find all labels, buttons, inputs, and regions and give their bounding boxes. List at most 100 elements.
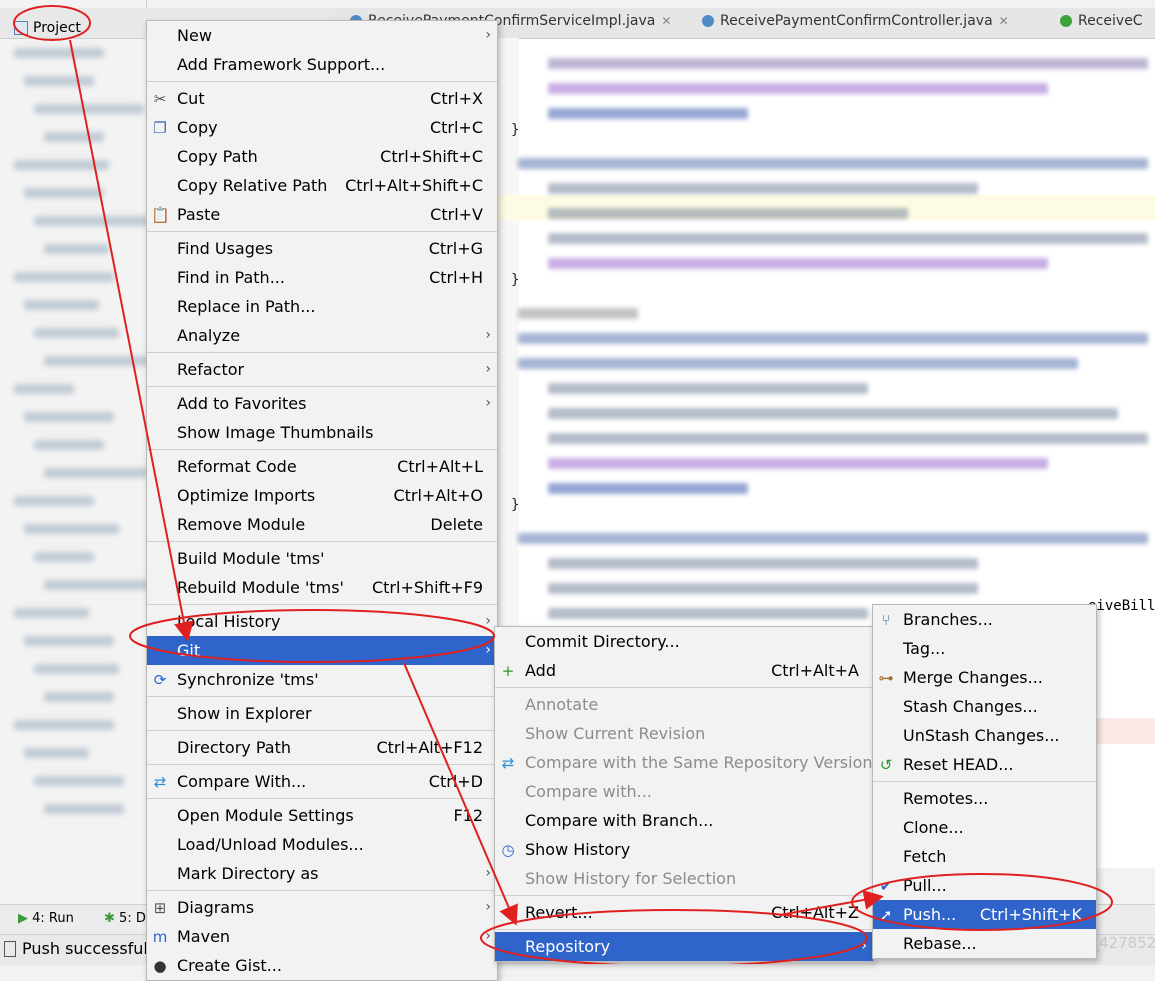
menu-item-add[interactable]: + Add Ctrl+Alt+A (495, 656, 873, 685)
menu-item-label: Show Image Thumbnails (177, 423, 374, 442)
menu-item-label: Optimize Imports (177, 486, 316, 505)
menu-item-commit-directory[interactable]: Commit Directory... (495, 627, 873, 656)
menu-item-branches[interactable]: ⑂ Branches... (873, 605, 1096, 634)
menu-item-find-in-path[interactable]: Find in Path... Ctrl+H (147, 263, 497, 292)
editor-tab-3[interactable]: ReceiveC (1060, 13, 1143, 29)
menu-item-synchronize-tms[interactable]: ⟳ Synchronize 'tms' (147, 665, 497, 694)
menu-item-maven[interactable]: m Maven › (147, 922, 497, 951)
tree-node (14, 496, 94, 506)
menu-item-label: Show Current Revision (525, 724, 706, 743)
tree-node (34, 552, 94, 562)
menu-item-label: Refactor (177, 360, 245, 379)
tree-node (34, 664, 119, 674)
menu-item-rebuild-module-tms[interactable]: Rebuild Module 'tms' Ctrl+Shift+F9 (147, 573, 497, 602)
menu-separator (147, 764, 497, 765)
menu-item-replace-in-path[interactable]: Replace in Path... (147, 292, 497, 321)
menu-item-reset-head[interactable]: ↺ Reset HEAD... (873, 750, 1096, 779)
menu-item-show-in-explorer[interactable]: Show in Explorer (147, 699, 497, 728)
push-icon: ➚ (879, 906, 893, 924)
menu-item-compare-with[interactable]: ⇄ Compare With... Ctrl+D (147, 767, 497, 796)
close-icon[interactable]: ✕ (661, 14, 671, 28)
menu-item-merge-changes[interactable]: ⊶ Merge Changes... (873, 663, 1096, 692)
menu-item-local-history[interactable]: Local History › (147, 607, 497, 636)
menu-item-label: Remotes... (903, 789, 989, 808)
menu-item-reformat-code[interactable]: Reformat Code Ctrl+Alt+L (147, 452, 497, 481)
menu-item-compare-with-branch[interactable]: Compare with Branch... (495, 806, 873, 835)
menu-item-optimize-imports[interactable]: Optimize Imports Ctrl+Alt+O (147, 481, 497, 510)
menu-item-label: Revert... (525, 903, 593, 922)
menu-separator (147, 449, 497, 450)
menu-item-build-module-tms[interactable]: Build Module 'tms' (147, 544, 497, 573)
project-tab[interactable]: Project (14, 20, 81, 36)
tree-node (44, 580, 159, 590)
menu-item-load-unload-modules[interactable]: Load/Unload Modules... (147, 830, 497, 859)
menu-item-copy[interactable]: ❐ Copy Ctrl+C (147, 113, 497, 142)
menu-item-label: Compare With... (177, 772, 307, 791)
menu-item-paste[interactable]: 📋 Paste Ctrl+V (147, 200, 497, 229)
menu-item-pull[interactable]: ✔ Pull... (873, 871, 1096, 900)
menu-item-open-module-settings[interactable]: Open Module Settings F12 (147, 801, 497, 830)
menu-item-fetch[interactable]: Fetch (873, 842, 1096, 871)
menu-item-label: Push... (903, 905, 957, 924)
project-icon (14, 21, 28, 35)
menu-item-label: Replace in Path... (177, 297, 316, 316)
tree-node (24, 188, 104, 198)
menu-item-mark-directory-as[interactable]: Mark Directory as › (147, 859, 497, 888)
menu-separator (147, 541, 497, 542)
menu-item-new[interactable]: New › (147, 21, 497, 50)
menu-item-label: Maven (177, 927, 231, 946)
menu-item-push[interactable]: ➚ Push... Ctrl+Shift+K (873, 900, 1096, 929)
compare-icon: ⇄ (501, 754, 515, 772)
menu-item-show-image-thumbnails[interactable]: Show Image Thumbnails (147, 418, 497, 447)
menu-item-label: Merge Changes... (903, 668, 1043, 687)
tree-node (14, 608, 89, 618)
scissors-icon: ✂ (153, 90, 167, 108)
menu-item-unstash-changes[interactable]: UnStash Changes... (873, 721, 1096, 750)
editor-tab-2[interactable]: ReceivePaymentConfirmController.java ✕ (702, 13, 1009, 29)
chevron-right-icon: › (485, 27, 491, 43)
tree-node (24, 636, 114, 646)
menu-item-cut[interactable]: ✂ Cut Ctrl+X (147, 84, 497, 113)
run-tool-button[interactable]: ▶ 4: Run (18, 911, 74, 926)
menu-item-clone[interactable]: Clone... (873, 813, 1096, 842)
menu-item-rebase[interactable]: Rebase... (873, 929, 1096, 958)
menu-item-add-to-favorites[interactable]: Add to Favorites › (147, 389, 497, 418)
menu-item-label: Clone... (903, 818, 964, 837)
debug-tool-button[interactable]: ✱ 5: D (104, 911, 146, 926)
code-line (548, 383, 868, 394)
menu-item-create-gist[interactable]: ● Create Gist... (147, 951, 497, 980)
close-icon[interactable]: ✕ (999, 14, 1009, 28)
menu-item-find-usages[interactable]: Find Usages Ctrl+G (147, 234, 497, 263)
menu-item-copy-relative-path[interactable]: Copy Relative Path Ctrl+Alt+Shift+C (147, 171, 497, 200)
code-line (548, 433, 1148, 444)
menu-item-revert[interactable]: ↶ Revert... Ctrl+Alt+Z (495, 898, 873, 927)
menu-item-git[interactable]: Git › (147, 636, 497, 665)
menu-item-remove-module[interactable]: Remove Module Delete (147, 510, 497, 539)
chevron-right-icon: › (485, 613, 491, 629)
menu-separator (495, 895, 873, 896)
menu-item-remotes[interactable]: Remotes... (873, 784, 1096, 813)
menu-item-shortcut: Delete (430, 515, 483, 534)
menu-item-copy-path[interactable]: Copy Path Ctrl+Shift+C (147, 142, 497, 171)
reset-icon: ↺ (879, 756, 893, 774)
menu-item-label: Commit Directory... (525, 632, 680, 651)
menu-item-diagrams[interactable]: ⊞ Diagrams › (147, 893, 497, 922)
chevron-right-icon: › (485, 928, 491, 944)
menu-separator (147, 352, 497, 353)
menu-item-shortcut: Ctrl+V (430, 205, 483, 224)
menu-item-analyze[interactable]: Analyze › (147, 321, 497, 350)
menu-item-label: Find Usages (177, 239, 274, 258)
menu-item-tag[interactable]: Tag... (873, 634, 1096, 663)
status-message[interactable]: Push successful: (4, 939, 153, 958)
menu-item-repository[interactable]: Repository › (495, 932, 873, 961)
menu-item-directory-path[interactable]: Directory Path Ctrl+Alt+F12 (147, 733, 497, 762)
menu-separator (495, 929, 873, 930)
menu-item-add-framework-support[interactable]: Add Framework Support... (147, 50, 497, 79)
menu-item-show-history[interactable]: ◷ Show History (495, 835, 873, 864)
code-line (548, 208, 908, 219)
menu-item-label: Show History for Selection (525, 869, 737, 888)
menu-item-stash-changes[interactable]: Stash Changes... (873, 692, 1096, 721)
menu-item-refactor[interactable]: Refactor › (147, 355, 497, 384)
menu-separator (147, 890, 497, 891)
github-icon: ● (153, 957, 167, 975)
